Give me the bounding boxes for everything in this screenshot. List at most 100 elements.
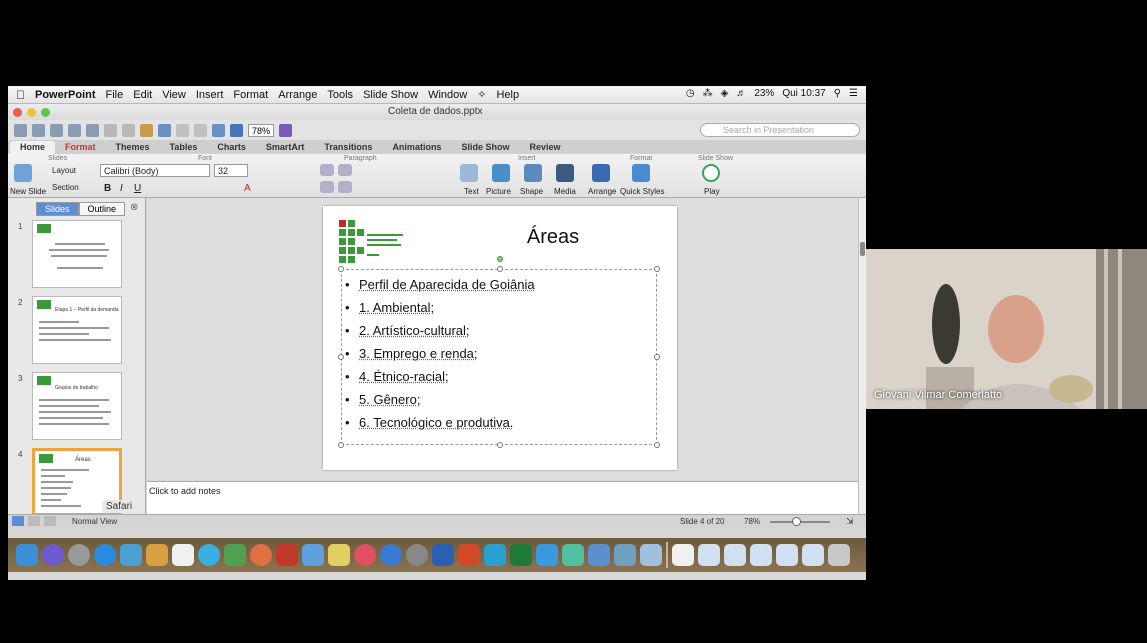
media-browser-icon[interactable] <box>230 123 243 137</box>
photo-booth-icon[interactable] <box>276 544 298 566</box>
search-input[interactable]: Search in Presentation <box>700 123 860 137</box>
font-name-select[interactable]: Calibri (Body) <box>100 164 210 177</box>
resize-handle[interactable] <box>497 442 503 448</box>
tab-tables[interactable]: Tables <box>160 141 208 154</box>
wifi-icon[interactable]: ◈ <box>721 88 729 99</box>
tab-transitions[interactable]: Transitions <box>314 141 382 154</box>
bluetooth-icon[interactable]: ⁂ <box>703 88 713 99</box>
apple-icon[interactable]:  <box>16 88 25 102</box>
safari-icon[interactable] <box>94 544 116 566</box>
skype-icon[interactable] <box>484 544 506 566</box>
word-icon[interactable] <box>432 544 454 566</box>
font-size-select[interactable]: 32 <box>214 164 248 177</box>
folder-stack-icon[interactable] <box>724 544 746 566</box>
system-preferences-icon[interactable] <box>406 544 428 566</box>
format-painter-icon[interactable] <box>158 123 171 137</box>
itunes-icon[interactable] <box>354 544 376 566</box>
notes-pane[interactable]: Click to add notes <box>147 481 858 515</box>
align-left-icon[interactable] <box>320 181 334 193</box>
folder-stack-icon[interactable] <box>776 544 798 566</box>
excel-icon[interactable] <box>510 544 532 566</box>
help-icon[interactable] <box>279 123 293 137</box>
align-center-icon[interactable] <box>338 181 352 193</box>
insert-media-button[interactable]: Media <box>554 187 576 196</box>
play-icon[interactable] <box>702 164 720 182</box>
new-slide-button[interactable]: New Slide <box>10 187 46 196</box>
font-color-icon[interactable]: A <box>244 183 251 194</box>
resize-handle[interactable] <box>338 266 344 272</box>
paste-icon[interactable] <box>140 123 153 137</box>
slide-canvas[interactable]: Áreas • Perfil de Aparecida de Goiânia • 1… <box>323 206 677 470</box>
calendar-icon[interactable] <box>172 544 194 566</box>
maps-icon[interactable] <box>224 544 246 566</box>
close-pane-icon[interactable]: ⊗ <box>130 202 138 213</box>
mail-icon[interactable] <box>120 544 142 566</box>
contacts-icon[interactable] <box>146 544 168 566</box>
layout-button[interactable]: Layout <box>52 166 76 175</box>
document-icon[interactable] <box>672 544 694 566</box>
powerpoint-icon[interactable] <box>458 544 480 566</box>
volume-icon[interactable]: ♬ <box>736 88 746 99</box>
slide-thumbnail-2[interactable]: Etapa 1 – Perfil da demanda <box>32 296 122 364</box>
tab-charts[interactable]: Charts <box>207 141 256 154</box>
tab-smartart[interactable]: SmartArt <box>256 141 315 154</box>
tab-slideshow[interactable]: Slide Show <box>451 141 519 154</box>
content-placeholder[interactable]: • Perfil de Aparecida de Goiânia • 1. Ambi… <box>338 256 660 448</box>
close-window-icon[interactable] <box>13 107 22 117</box>
bullet-item[interactable]: • 3. Emprego e renda; <box>345 342 535 365</box>
display-icon[interactable] <box>640 544 662 566</box>
undo-icon[interactable] <box>176 123 189 137</box>
presenter-view-icon[interactable] <box>44 516 56 526</box>
zoom-box[interactable]: 78% <box>248 123 275 137</box>
tab-themes[interactable]: Themes <box>106 141 160 154</box>
participant-video[interactable]: Giovani Vilmar Comerlatto <box>866 249 1147 409</box>
play-button[interactable]: Play <box>704 187 720 196</box>
zoom-app-icon[interactable] <box>536 544 558 566</box>
new-slide-icon[interactable] <box>14 164 32 182</box>
cut-icon[interactable] <box>104 123 117 137</box>
menu-window[interactable]: Window <box>428 89 467 101</box>
menu-slideshow[interactable]: Slide Show <box>363 89 418 101</box>
tab-home[interactable]: Home <box>10 141 56 154</box>
menu-view[interactable]: View <box>162 89 186 101</box>
bullet-item[interactable]: • Perfil de Aparecida de Goiânia <box>345 273 535 296</box>
redo-icon[interactable] <box>194 123 207 137</box>
normal-view-icon[interactable] <box>12 516 24 526</box>
notes-icon[interactable] <box>302 544 324 566</box>
insert-text-button[interactable]: Text <box>464 187 479 196</box>
scroll-thumb[interactable] <box>860 242 865 256</box>
trash-icon[interactable] <box>828 544 850 566</box>
zoom-slider-knob[interactable] <box>792 517 801 526</box>
bullet-item[interactable]: • 6. Tecnológico e produtiva. <box>345 411 535 434</box>
insert-shape-button[interactable]: Shape <box>520 187 543 196</box>
clock-text[interactable]: Qui 10:37 <box>782 88 825 99</box>
bullet-item[interactable]: • 4. Étnico-racial; <box>345 365 535 388</box>
tab-outline[interactable]: Outline <box>78 202 126 216</box>
bullets-icon[interactable] <box>320 164 334 176</box>
tab-review[interactable]: Review <box>519 141 570 154</box>
resize-handle[interactable] <box>654 354 660 360</box>
clock-icon[interactable]: ◷ <box>686 88 695 99</box>
printer-icon[interactable] <box>614 544 636 566</box>
insert-picture-button[interactable]: Picture <box>486 187 511 196</box>
photos-icon[interactable] <box>250 544 272 566</box>
siri-icon[interactable] <box>42 544 64 566</box>
resize-handle[interactable] <box>338 442 344 448</box>
rotate-handle[interactable] <box>497 256 503 262</box>
app-store-icon[interactable] <box>380 544 402 566</box>
facetime-icon[interactable] <box>562 544 584 566</box>
slide-thumbnail-1[interactable] <box>32 220 122 288</box>
quick-styles-icon[interactable] <box>632 164 650 182</box>
bullet-item[interactable]: • 5. Gênero; <box>345 388 535 411</box>
menu-app-name[interactable]: PowerPoint <box>35 89 96 101</box>
bullet-item[interactable]: • 2. Artístico-cultural; <box>345 319 535 342</box>
menu-help[interactable]: Help <box>496 89 519 101</box>
downloads-stack-icon[interactable] <box>698 544 720 566</box>
save-icon[interactable] <box>68 123 81 137</box>
menu-edit[interactable]: Edit <box>133 89 152 101</box>
menu-arrange[interactable]: Arrange <box>278 89 317 101</box>
resize-handle[interactable] <box>654 266 660 272</box>
menu-tools[interactable]: Tools <box>327 89 353 101</box>
fit-window-icon[interactable]: ⇲ <box>846 516 854 527</box>
vertical-scrollbar[interactable] <box>858 198 866 514</box>
